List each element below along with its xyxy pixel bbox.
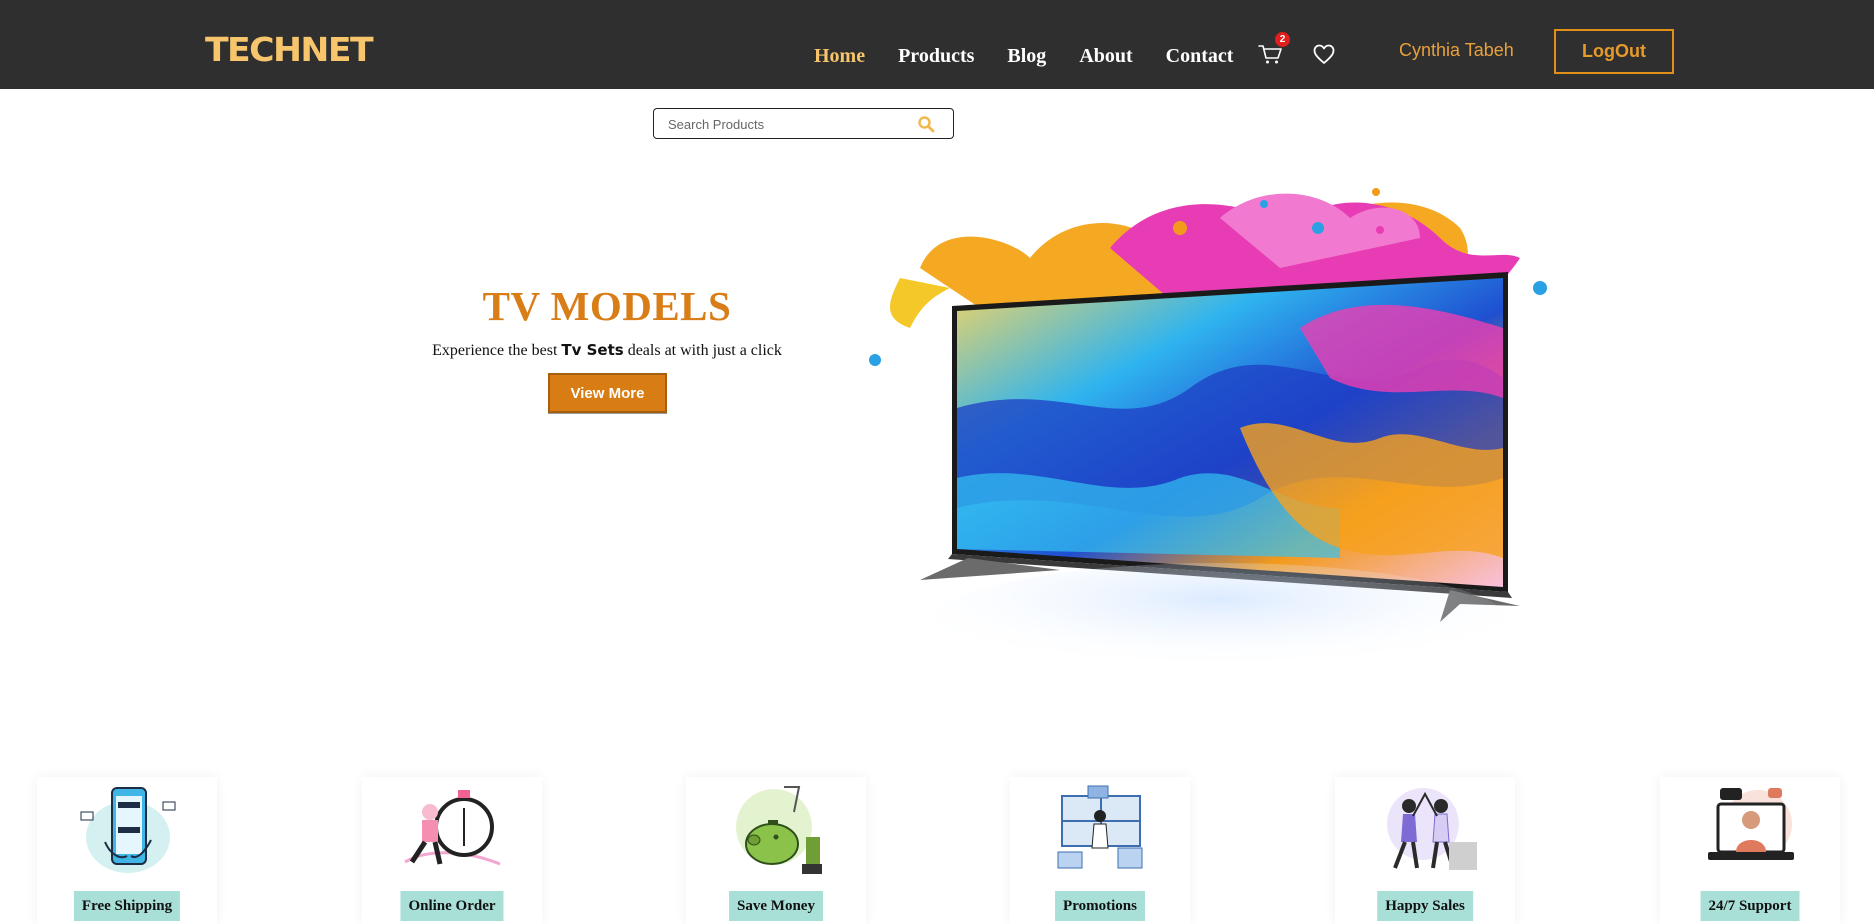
- nav-links: Home Products Blog About Contact: [814, 44, 1266, 68]
- navbar: TECHNET Home Products Blog About Contact…: [0, 0, 1874, 89]
- feature-promotions: Promotions: [1010, 777, 1190, 924]
- feature-free-shipping: Free Shipping: [37, 777, 217, 924]
- feature-label: Online Order: [400, 891, 504, 921]
- feature-label: Free Shipping: [73, 891, 181, 921]
- hero-subtitle: Experience the best Tv Sets deals at wit…: [380, 341, 834, 360]
- logout-button[interactable]: LogOut: [1554, 29, 1674, 74]
- hero-subtitle-after: deals at with just a click: [623, 342, 782, 359]
- search-bar: [653, 108, 954, 139]
- online-order-illustration-icon: [404, 790, 501, 866]
- feature-label: 24/7 Support: [1700, 891, 1800, 921]
- piggy-bank-illustration-icon: [736, 786, 822, 874]
- hero-title: TV MODELS: [482, 283, 732, 329]
- nav-link-home[interactable]: Home: [814, 44, 865, 68]
- cart-count-badge: 2: [1275, 32, 1290, 47]
- feature-support: 24/7 Support: [1660, 777, 1840, 924]
- happy-sales-illustration-icon: [1387, 788, 1477, 870]
- feature-online-order: Online Order: [362, 777, 542, 924]
- nav-link-blog[interactable]: Blog: [1007, 44, 1046, 68]
- search-icon[interactable]: [917, 115, 935, 133]
- logo[interactable]: TECHNET: [205, 33, 374, 67]
- user-name[interactable]: Cynthia Tabeh: [1399, 40, 1514, 61]
- feature-happy-sales: Happy Sales: [1335, 777, 1515, 924]
- support-illustration-icon: [1708, 788, 1794, 860]
- tv-illustration-icon: [869, 188, 1547, 683]
- promotions-illustration-icon: [1057, 785, 1143, 869]
- feature-save-money: Save Money: [686, 777, 866, 924]
- feature-label: Happy Sales: [1377, 891, 1473, 921]
- hero-subtitle-before: Experience the best: [432, 342, 562, 359]
- heart-icon[interactable]: [1313, 44, 1335, 65]
- search-input[interactable]: [668, 114, 908, 134]
- nav-link-contact[interactable]: Contact: [1166, 44, 1234, 68]
- nav-link-about[interactable]: About: [1079, 44, 1132, 68]
- nav-link-products[interactable]: Products: [898, 44, 974, 68]
- shipping-illustration-icon: [80, 787, 176, 873]
- feature-label: Promotions: [1055, 891, 1145, 921]
- hero-subtitle-bold: Tv Sets: [561, 341, 624, 359]
- view-more-button[interactable]: View More: [548, 373, 667, 413]
- feature-label: Save Money: [729, 891, 823, 921]
